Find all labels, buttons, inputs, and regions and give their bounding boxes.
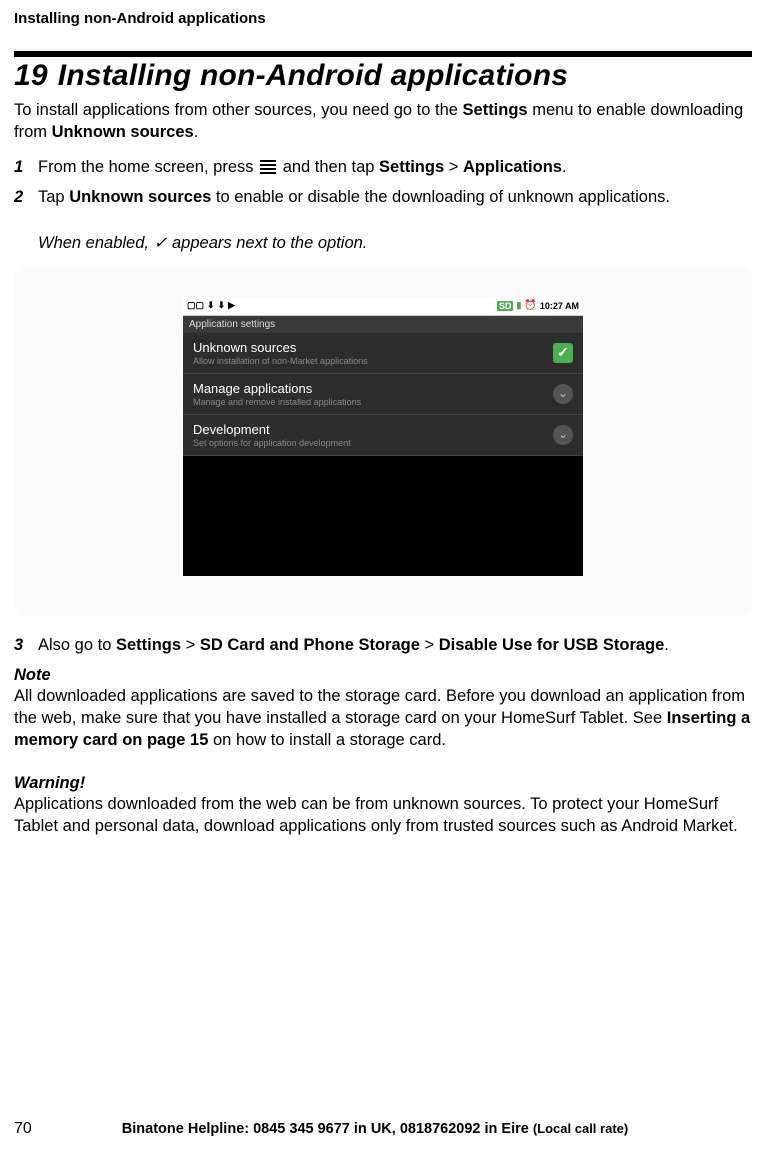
intro-paragraph: To install applications from other sourc…	[14, 99, 752, 144]
step-3-sd: SD Card and Phone Storage	[200, 636, 420, 654]
android-empty-area	[183, 456, 583, 576]
setting-row-manage-apps[interactable]: Manage applications Manage and remove in…	[183, 374, 583, 415]
step-2-text-b: to enable or disable the downloading of …	[211, 188, 670, 206]
android-screenshot: ▢▢ ⬇ ⬇ ▶ SD ▮ ⏰ 10:27 AM Application set…	[183, 297, 583, 576]
setting-subtitle: Allow installation of non-Market applica…	[193, 356, 368, 366]
note-text-a: All downloaded applications are saved to…	[14, 687, 745, 727]
note-heading: Note	[14, 666, 752, 685]
status-icon: ▢▢	[187, 300, 204, 311]
checkbox-on-icon[interactable]: ✓	[553, 343, 573, 363]
step-3-number: 3	[14, 634, 38, 656]
chapter-heading: 19 Installing non-Android applications	[14, 59, 752, 93]
status-right-icons: SD ▮ ⏰ 10:27 AM	[497, 300, 579, 311]
status-left-icons: ▢▢ ⬇ ⬇ ▶	[187, 300, 235, 311]
setting-subtitle: Manage and remove installed applications	[193, 397, 361, 407]
chapter-title-text: Installing non-Android applications	[58, 59, 568, 92]
setting-title: Development	[193, 422, 351, 437]
step-1-settings: Settings	[379, 158, 444, 176]
step-3-settings: Settings	[116, 636, 181, 654]
step-1-text-b: and then tap	[283, 158, 379, 176]
android-statusbar: ▢▢ ⬇ ⬇ ▶ SD ▮ ⏰ 10:27 AM	[183, 297, 583, 316]
section-rule	[14, 51, 752, 57]
page-footer: 70 Binatone Helpline: 0845 345 9677 in U…	[14, 1120, 752, 1152]
step-1-number: 1	[14, 156, 38, 178]
setting-subtitle: Set options for application development	[193, 438, 351, 448]
step-1-text-a: From the home screen, press	[38, 158, 258, 176]
step-2: 2 Tap Unknown sources to enable or disab…	[14, 186, 752, 208]
step-2-subnote: When enabled, ✓ appears next to the opti…	[38, 233, 752, 253]
step-3-text-a: Also go to	[38, 636, 116, 654]
setting-row-unknown-sources[interactable]: Unknown sources Allow installation of no…	[183, 333, 583, 374]
warning-heading: Warning!	[14, 774, 752, 793]
setting-row-development[interactable]: Development Set options for application …	[183, 415, 583, 456]
step-3-gt2: >	[420, 636, 439, 654]
chevron-icon: ⌄	[553, 384, 573, 404]
warning-body: Applications downloaded from the web can…	[14, 793, 752, 838]
status-icon: ▶	[228, 300, 235, 311]
step-2-number: 2	[14, 186, 38, 208]
step-1-text-c: .	[562, 158, 567, 176]
step-3-gt1: >	[181, 636, 200, 654]
step-3-text-b: .	[664, 636, 669, 654]
step-3: 3 Also go to Settings > SD Card and Phon…	[14, 634, 752, 656]
intro-unknown-bold: Unknown sources	[52, 123, 194, 141]
step-2-sub-b: appears next to the option.	[167, 234, 367, 252]
helpline-text: Binatone Helpline: 0845 345 9677 in UK, …	[122, 1121, 533, 1137]
menu-icon	[260, 158, 276, 176]
running-header: Installing non-Android applications	[14, 10, 752, 27]
alarm-icon: ⏰	[524, 300, 536, 311]
step-2-text-a: Tap	[38, 188, 69, 206]
setting-title: Unknown sources	[193, 340, 368, 355]
setting-title: Manage applications	[193, 381, 361, 396]
step-2-unknown: Unknown sources	[69, 188, 211, 206]
screenshot-panel: ▢▢ ⬇ ⬇ ▶ SD ▮ ⏰ 10:27 AM Application set…	[14, 267, 752, 616]
status-icon: ⬇	[207, 300, 215, 311]
chevron-icon: ⌄	[553, 425, 573, 445]
sd-icon: SD	[497, 301, 514, 311]
helpline-rate: (Local call rate)	[533, 1121, 628, 1136]
step-2-sub-a: When enabled,	[38, 234, 154, 252]
intro-text-c: .	[194, 123, 199, 141]
step-1-gt: >	[444, 158, 463, 176]
chapter-number: 19	[14, 59, 48, 92]
checkmark-glyph: ✓	[154, 234, 168, 252]
step-1: 1 From the home screen, press and then t…	[14, 156, 752, 178]
note-body: All downloaded applications are saved to…	[14, 685, 752, 752]
intro-text-a: To install applications from other sourc…	[14, 101, 463, 119]
intro-settings-bold: Settings	[463, 101, 528, 119]
status-time: 10:27 AM	[540, 301, 579, 311]
page-number: 70	[14, 1120, 32, 1138]
android-titlebar: Application settings	[183, 316, 583, 333]
battery-icon: ▮	[516, 300, 521, 311]
note-text-b: on how to install a storage card.	[208, 731, 446, 749]
status-icon: ⬇	[218, 300, 226, 311]
step-1-apps: Applications	[463, 158, 562, 176]
step-3-disable: Disable Use for USB Storage	[439, 636, 665, 654]
